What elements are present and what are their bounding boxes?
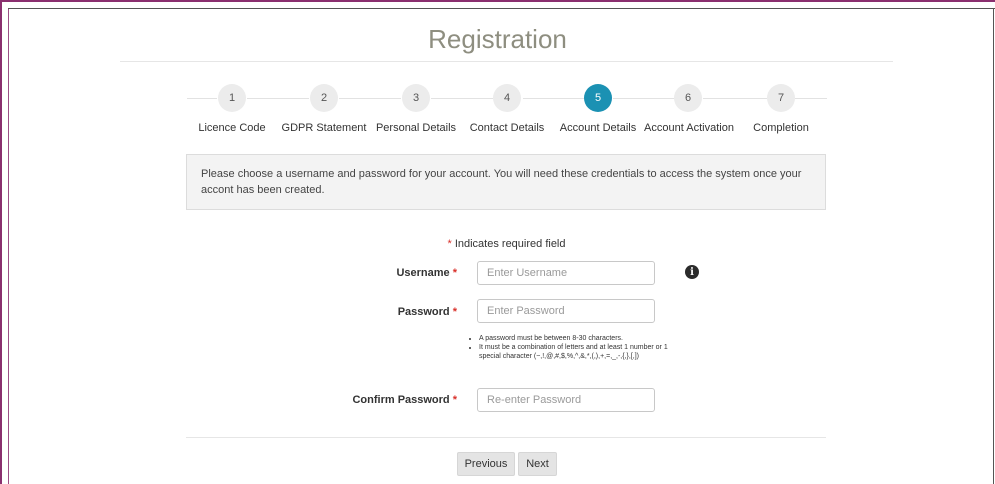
required-star: * [452,394,457,406]
step-3-circle[interactable]: 3 [402,84,430,112]
instructions-text: Please choose a username and password fo… [201,168,802,196]
next-button[interactable]: Next [518,452,557,476]
frame-border [8,8,995,9]
step-7-circle[interactable]: 7 [767,84,795,112]
step-6-circle[interactable]: 6 [674,84,702,112]
page-title: Registration [428,24,567,54]
info-icon[interactable]: i [685,265,699,279]
password-input[interactable] [477,299,655,323]
step-connector [523,98,585,99]
password-rules: A password must be between 8-30 characte… [468,334,679,361]
step-6-label: Account Activation [644,122,734,134]
step-connector [187,98,217,99]
step-3-label: Personal Details [375,122,457,134]
step-connector [247,98,309,99]
username-label-text: Username [396,267,450,279]
confirm-password-input[interactable] [477,388,655,412]
step-1-label: Licence Code [198,122,266,134]
step-2-label: GDPR Statement [281,122,367,134]
required-star: * [452,306,457,318]
confirm-password-label-text: Confirm Password [352,394,450,406]
instructions-panel: Please choose a username and password fo… [186,154,826,210]
required-note-text: Indicates required field [451,238,566,250]
step-connector [795,98,827,99]
step-1-circle[interactable]: 1 [218,84,246,112]
previous-button[interactable]: Previous [457,452,515,476]
divider [120,61,893,62]
frame-border [0,0,995,2]
step-connector [613,98,675,99]
required-star: * [452,267,457,279]
confirm-password-label: Confirm Password * [257,394,457,406]
required-field-note: * Indicates required field [0,238,995,250]
password-label: Password * [257,306,457,318]
step-4-label: Contact Details [469,122,545,134]
step-connector [431,98,493,99]
username-label: Username * [257,267,457,279]
step-7-label: Completion [753,122,809,134]
username-input[interactable] [477,261,655,285]
step-5-circle[interactable]: 5 [584,84,612,112]
step-connector [703,98,767,99]
password-rule: A password must be between 8-30 characte… [479,334,679,343]
password-label-text: Password [397,306,450,318]
step-connector [339,98,401,99]
divider [186,437,826,438]
step-progress: 1 2 3 4 5 6 7 Licence Code GDPR Statemen… [0,84,995,144]
password-rule: It must be a combination of letters and … [479,343,679,361]
step-5-label: Account Details [559,122,637,134]
step-4-circle[interactable]: 4 [493,84,521,112]
step-2-circle[interactable]: 2 [310,84,338,112]
